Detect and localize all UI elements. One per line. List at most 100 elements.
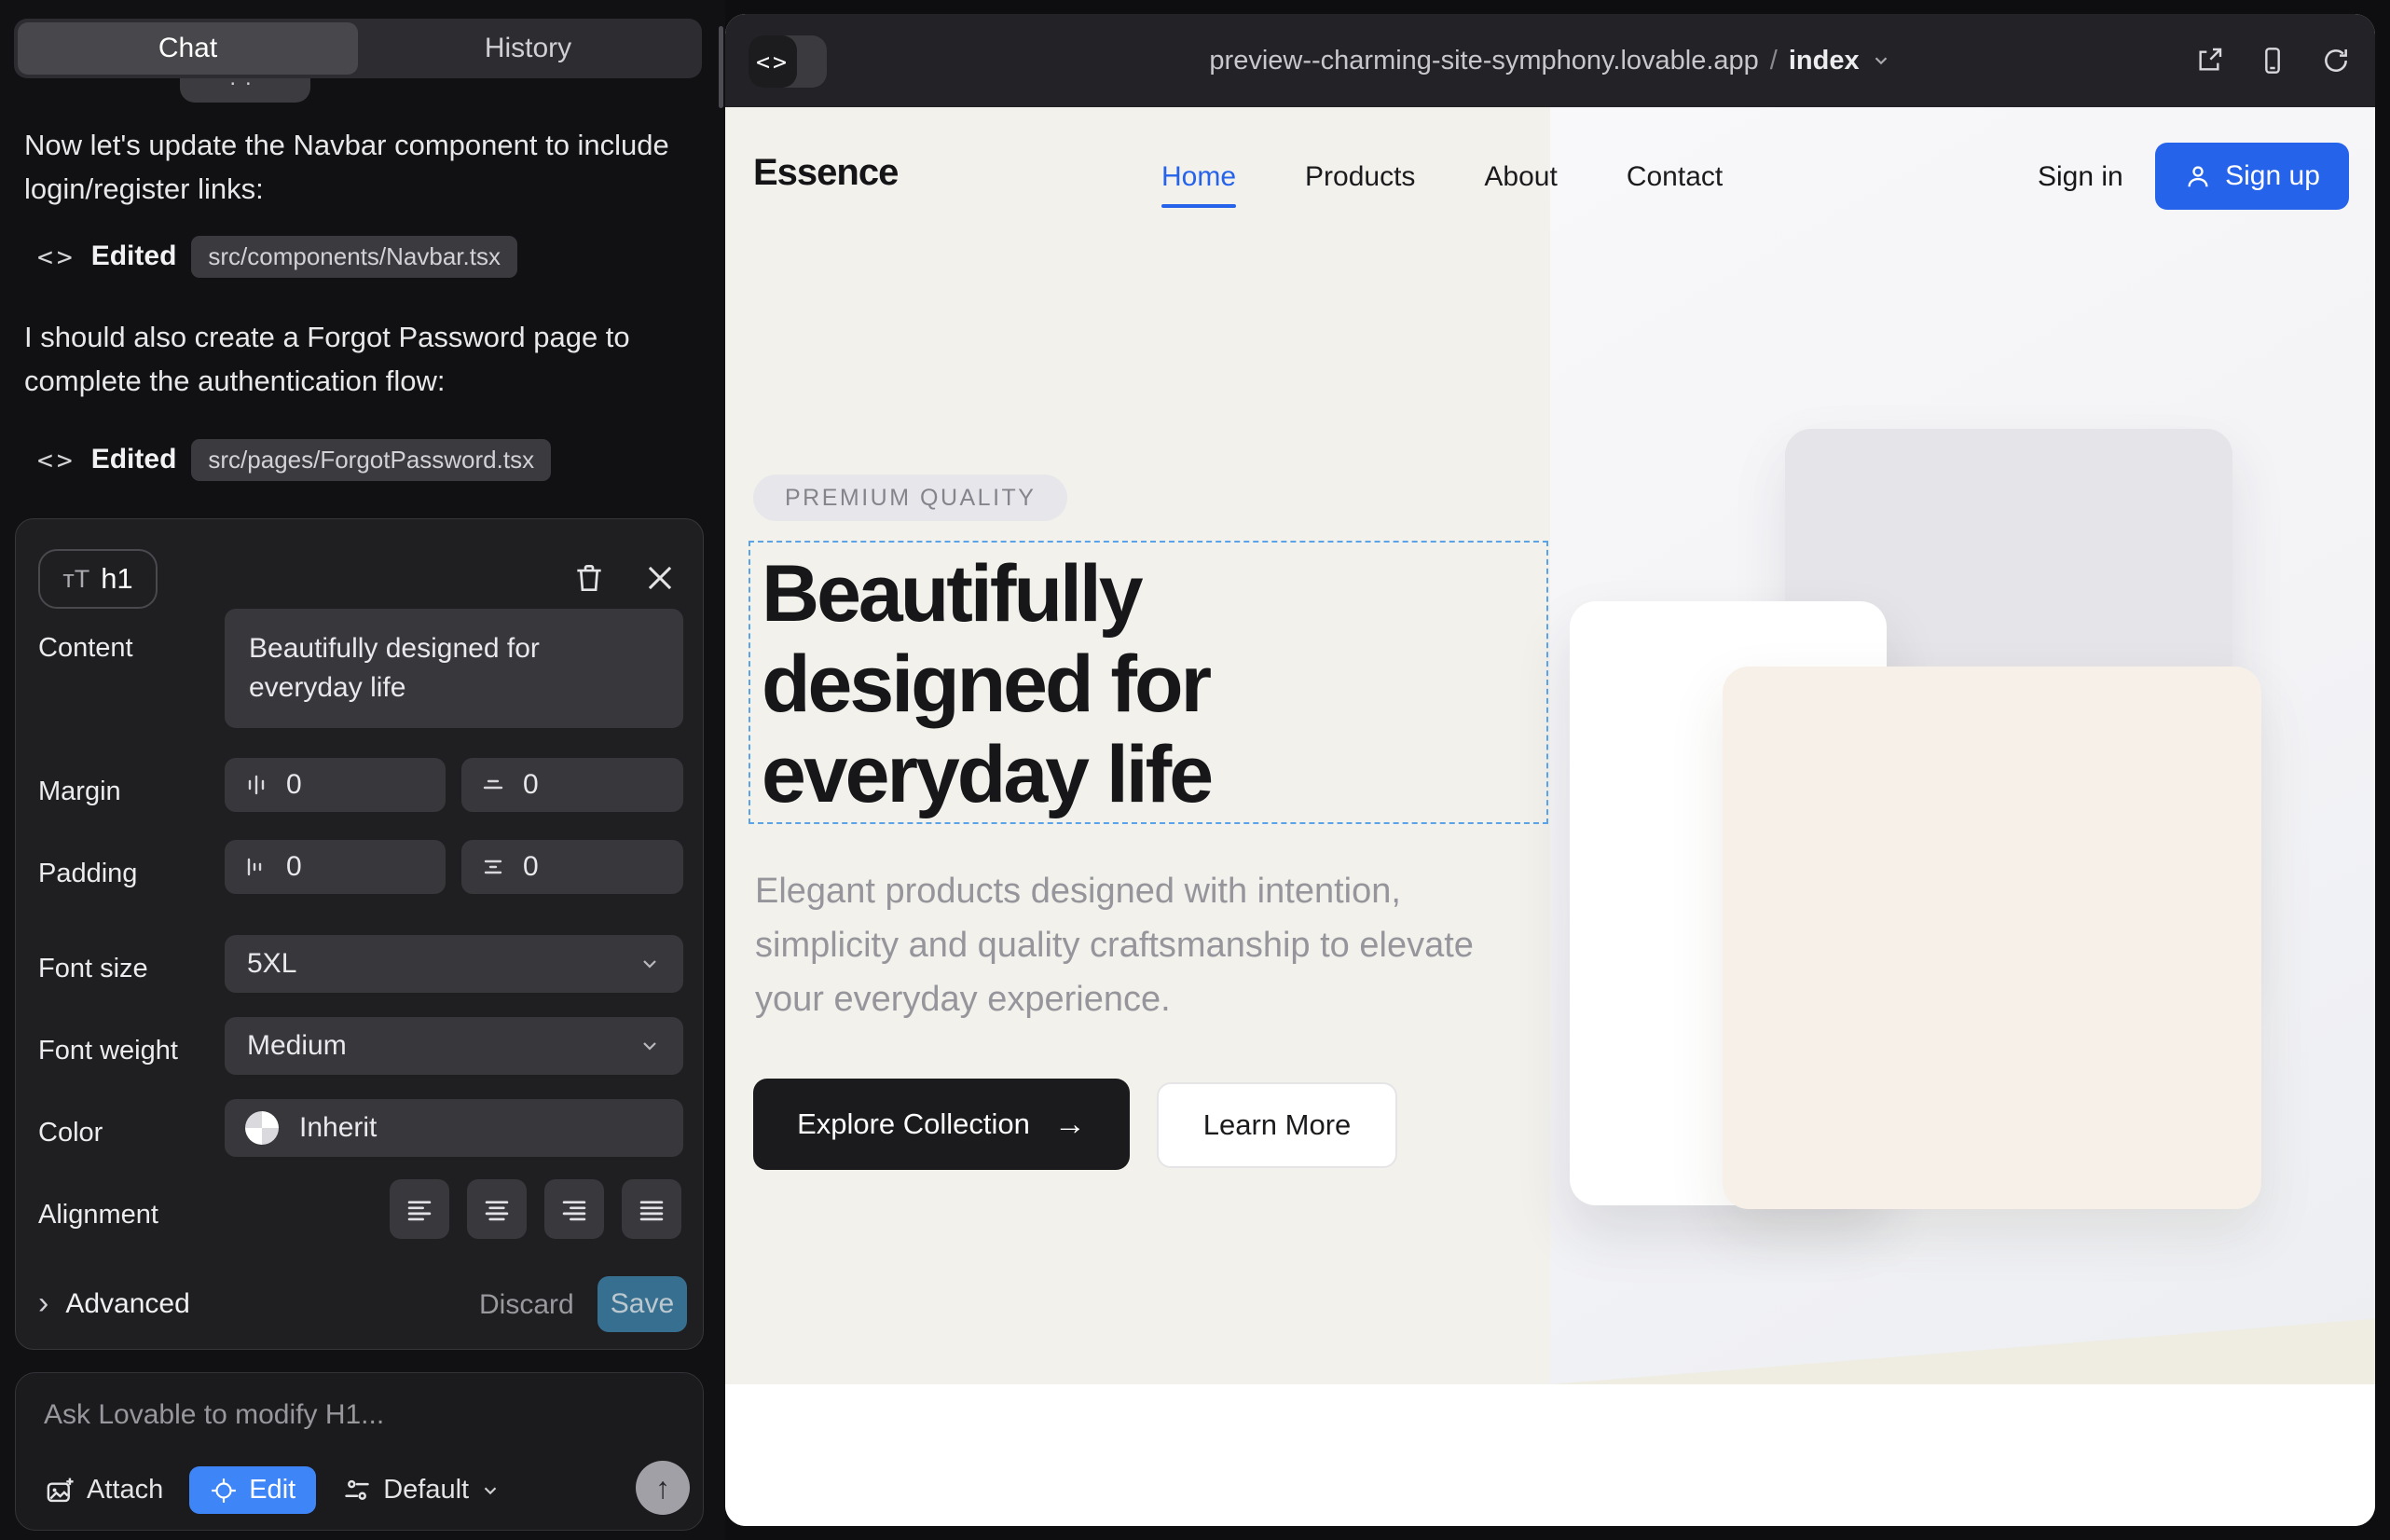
color-field[interactable]: Inherit — [225, 1099, 683, 1157]
site-logo[interactable]: Essence — [753, 152, 898, 194]
user-icon — [2184, 162, 2212, 190]
learn-more-button[interactable]: Learn More — [1157, 1082, 1397, 1168]
attach-image-icon — [44, 1475, 76, 1506]
chevron-down-icon — [639, 1035, 661, 1057]
content-input[interactable]: Beautifully designed for everyday life — [225, 609, 683, 728]
file-badge[interactable]: src/components/Navbar.tsx — [191, 236, 517, 278]
send-button[interactable]: ↑ — [636, 1461, 690, 1515]
alignment-label: Alignment — [38, 1200, 158, 1231]
margin-y-field[interactable] — [461, 758, 683, 812]
hero-paragraph: Elegant products designed with intention… — [755, 864, 1538, 1026]
padding-vertical-icon — [480, 854, 506, 880]
edited-file-row: <> Edited src/pages/ForgotPassword.tsx — [37, 438, 551, 481]
delete-element-button[interactable] — [571, 560, 607, 596]
padding-x-field[interactable] — [225, 840, 446, 894]
margin-label: Margin — [38, 777, 121, 807]
margin-horizontal-icon — [243, 772, 269, 798]
element-tag-label: h1 — [101, 562, 132, 596]
align-left-button[interactable] — [390, 1179, 449, 1239]
padding-label: Padding — [38, 859, 137, 889]
font-size-label: Font size — [38, 954, 148, 984]
composer-toolbar: Attach Edit Default — [44, 1466, 501, 1514]
advanced-toggle[interactable]: › Advanced — [38, 1286, 190, 1322]
code-icon: <> — [37, 241, 76, 272]
tab-history[interactable]: History — [358, 22, 698, 75]
clipped-file-badge: .. — [180, 78, 310, 103]
code-icon: <> — [37, 445, 76, 475]
content-label: Content — [38, 633, 133, 664]
external-link-icon — [2194, 46, 2224, 76]
margin-vertical-icon — [480, 772, 506, 798]
align-justify-button[interactable] — [622, 1179, 681, 1239]
edit-label: Edit — [249, 1475, 295, 1506]
assistant-message: I should also create a Forgot Password p… — [24, 315, 688, 403]
hero-heading[interactable]: Beautifully designed for everyday life — [762, 549, 1211, 820]
tab-chat[interactable]: Chat — [18, 22, 358, 75]
refresh-icon — [2321, 46, 2351, 76]
close-editor-button[interactable] — [642, 560, 678, 596]
refresh-button[interactable] — [2321, 46, 2351, 76]
hero-badge: PREMIUM QUALITY — [753, 474, 1067, 521]
site-page: Essence Home Products About Contact Sign… — [725, 107, 2375, 1526]
save-button[interactable]: Save — [598, 1276, 687, 1332]
padding-x-input[interactable] — [286, 851, 398, 883]
color-swatch-icon — [245, 1111, 279, 1145]
sliders-icon — [342, 1476, 372, 1506]
margin-x-input[interactable] — [286, 769, 398, 801]
default-label: Default — [383, 1475, 469, 1506]
composer-input[interactable] — [44, 1399, 659, 1431]
chat-scrollbar[interactable] — [719, 26, 723, 108]
padding-horizontal-icon — [243, 854, 269, 880]
element-editor-panel: ᴛT h1 Content Beautifully designed for e… — [15, 518, 704, 1350]
font-size-select[interactable]: 5XL — [225, 935, 683, 993]
arrow-up-icon: ↑ — [655, 1471, 670, 1505]
typography-icon: ᴛT — [62, 565, 89, 594]
mobile-view-button[interactable] — [2258, 46, 2287, 76]
default-mode-select[interactable]: Default — [342, 1475, 501, 1506]
padding-y-input[interactable] — [523, 851, 635, 883]
site-nav: Home Products About Contact — [1161, 161, 1723, 193]
edited-label: Edited — [91, 444, 177, 475]
nav-link-products[interactable]: Products — [1305, 161, 1415, 193]
sign-up-label: Sign up — [2225, 160, 2320, 192]
nav-link-about[interactable]: About — [1484, 161, 1557, 193]
assistant-message: Now let's update the Navbar component to… — [24, 123, 688, 211]
open-external-button[interactable] — [2194, 46, 2224, 76]
preview-header: <> preview--charming-site-symphony.lovab… — [725, 14, 2375, 107]
nav-link-home[interactable]: Home — [1161, 161, 1236, 193]
attach-button[interactable]: Attach — [44, 1475, 163, 1506]
align-right-button[interactable] — [544, 1179, 604, 1239]
selected-element-tag[interactable]: ᴛT h1 — [38, 549, 158, 609]
sign-in-link[interactable]: Sign in — [2038, 161, 2123, 193]
chevron-right-icon: › — [38, 1286, 48, 1322]
chat-composer: Attach Edit Default — [15, 1372, 704, 1531]
align-right-icon — [558, 1193, 590, 1225]
edited-file-row: <> Edited src/components/Navbar.tsx — [37, 235, 517, 278]
align-left-icon — [404, 1193, 435, 1225]
font-weight-select[interactable]: Medium — [225, 1017, 683, 1075]
discard-button[interactable]: Discard — [479, 1289, 574, 1321]
file-badge[interactable]: src/pages/ForgotPassword.tsx — [191, 439, 551, 481]
edit-mode-button[interactable]: Edit — [189, 1466, 316, 1514]
align-center-icon — [481, 1193, 513, 1225]
explore-collection-button[interactable]: Explore Collection → — [753, 1079, 1130, 1170]
trash-icon — [571, 560, 607, 596]
url-separator: / — [1770, 46, 1778, 76]
url-path: index — [1789, 46, 1860, 76]
close-icon — [642, 560, 678, 596]
font-weight-label: Font weight — [38, 1036, 178, 1066]
align-justify-icon — [636, 1193, 667, 1225]
chevron-down-icon — [480, 1480, 501, 1501]
padding-y-field[interactable] — [461, 840, 683, 894]
sign-up-button[interactable]: Sign up — [2155, 143, 2349, 210]
nav-link-contact[interactable]: Contact — [1627, 161, 1723, 193]
margin-x-field[interactable] — [225, 758, 446, 812]
margin-y-input[interactable] — [523, 769, 635, 801]
url-bar[interactable]: preview--charming-site-symphony.lovable.… — [725, 14, 2375, 107]
edited-label: Edited — [91, 241, 177, 272]
color-label: Color — [38, 1118, 103, 1148]
chevron-down-icon — [1871, 50, 1891, 71]
mobile-icon — [2258, 46, 2287, 76]
align-center-button[interactable] — [467, 1179, 527, 1239]
chevron-down-icon — [639, 953, 661, 975]
